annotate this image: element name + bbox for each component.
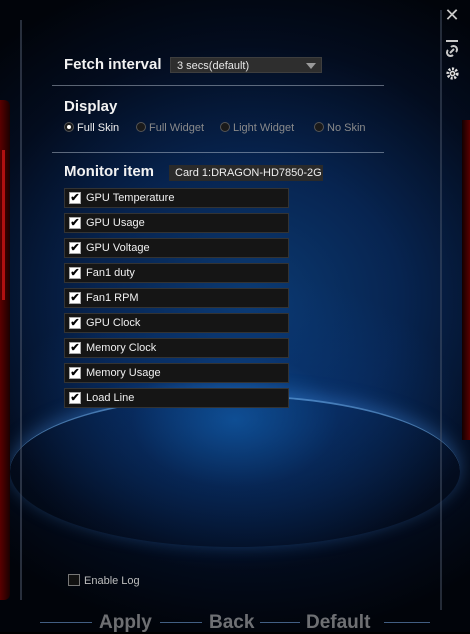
gear-icon[interactable] (443, 66, 461, 84)
monitor-item-fan1-rpm[interactable]: ✔ Fan1 RPM (64, 288, 289, 308)
item-label: GPU Voltage (86, 242, 150, 254)
item-label: Fan1 RPM (86, 292, 139, 304)
default-button[interactable]: Default (306, 612, 370, 634)
divider (160, 622, 202, 623)
display-options: Full Skin Full Widget Light Widget No Sk… (64, 121, 384, 135)
divider (52, 152, 384, 153)
divider (384, 622, 430, 623)
item-label: GPU Clock (86, 317, 141, 329)
right-red-trim (462, 120, 470, 440)
card-selector[interactable]: Card 1:DRAGON-HD7850-2G (169, 165, 323, 181)
monitor-item-gpu-usage[interactable]: ✔ GPU Usage (64, 213, 289, 233)
radio-selected-icon (64, 122, 74, 132)
left-red-accent (2, 150, 5, 300)
enable-log-checkbox[interactable]: Enable Log (68, 574, 140, 588)
checkbox-checked-icon[interactable]: ✔ (69, 392, 81, 404)
radio-label: Light Widget (233, 122, 295, 134)
right-edge (440, 10, 442, 610)
item-label: Memory Usage (86, 367, 161, 379)
monitor-item-memory-clock[interactable]: ✔ Memory Clock (64, 338, 289, 358)
monitor-item-label: Monitor item (64, 163, 154, 180)
checkbox-checked-icon[interactable]: ✔ (69, 342, 81, 354)
divider (260, 622, 300, 623)
checkbox-checked-icon[interactable]: ✔ (69, 217, 81, 229)
monitor-item-load-line[interactable]: ✔ Load Line (64, 388, 289, 408)
item-label: Fan1 duty (86, 267, 135, 279)
close-icon[interactable]: ✕ (443, 6, 461, 24)
apply-button[interactable]: Apply (99, 612, 152, 634)
radio-full-skin[interactable]: Full Skin (64, 121, 119, 135)
item-label: GPU Temperature (86, 192, 175, 204)
checkbox-unchecked-icon (68, 574, 80, 586)
checkbox-checked-icon[interactable]: ✔ (69, 292, 81, 304)
glow-arc (10, 395, 460, 547)
fetch-interval-label: Fetch interval (64, 56, 162, 73)
monitor-item-gpu-temperature[interactable]: ✔ GPU Temperature (64, 188, 289, 208)
divider (40, 622, 92, 623)
radio-label: Full Skin (77, 122, 120, 134)
monitor-item-memory-usage[interactable]: ✔ Memory Usage (64, 363, 289, 383)
left-edge (20, 20, 22, 600)
radio-no-skin[interactable]: No Skin (314, 121, 366, 135)
checkbox-checked-icon[interactable]: ✔ (69, 192, 81, 204)
app-window: ✕ Fetch interval 3 secs(default) Display… (0, 0, 470, 634)
monitor-item-gpu-clock[interactable]: ✔ GPU Clock (64, 313, 289, 333)
display-label: Display (64, 98, 118, 115)
radio-icon (314, 122, 324, 132)
monitor-item-fan1-duty[interactable]: ✔ Fan1 duty (64, 263, 289, 283)
fetch-interval-value: 3 secs(default) (177, 60, 250, 72)
monitor-item-gpu-voltage[interactable]: ✔ GPU Voltage (64, 238, 289, 258)
checkbox-checked-icon[interactable]: ✔ (69, 317, 81, 329)
checkbox-checked-icon[interactable]: ✔ (69, 267, 81, 279)
item-label: Memory Clock (86, 342, 157, 354)
checkbox-checked-icon[interactable]: ✔ (69, 367, 81, 379)
item-label: GPU Usage (86, 217, 145, 229)
radio-icon (136, 122, 146, 132)
radio-label: Full Widget (149, 122, 205, 134)
radio-light-widget[interactable]: Light Widget (220, 121, 294, 135)
radio-full-widget[interactable]: Full Widget (136, 121, 204, 135)
item-label: Load Line (86, 392, 135, 404)
checkbox-checked-icon[interactable]: ✔ (69, 242, 81, 254)
divider (52, 85, 384, 86)
radio-icon (220, 122, 230, 132)
radio-label: No Skin (327, 122, 366, 134)
fetch-interval-dropdown[interactable]: 3 secs(default) (170, 57, 322, 73)
link-icon[interactable] (443, 44, 461, 62)
enable-log-label: Enable Log (84, 575, 140, 587)
chevron-down-icon (306, 63, 316, 69)
back-button[interactable]: Back (209, 612, 254, 634)
